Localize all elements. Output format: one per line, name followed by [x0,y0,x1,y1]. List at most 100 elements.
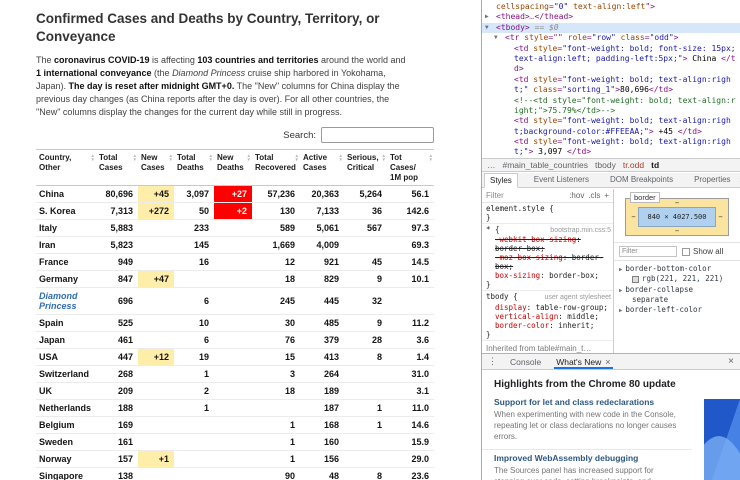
column-header[interactable]: New Cases▲▼ [138,150,174,186]
sort-icon: ▲▼ [209,154,213,161]
rule-selector[interactable]: tbody { [486,292,518,301]
search-input[interactable] [321,127,434,143]
data-cell: 209 [96,383,138,400]
data-cell [214,332,252,349]
rule-selector[interactable]: element.style { [486,204,554,213]
sort-down-icon: ▼ [169,158,173,162]
toggle-hover-state-button[interactable]: :hov [569,191,584,200]
css-declaration[interactable]: display: table-row-group; [486,303,611,312]
sort-icon: ▲▼ [429,154,433,161]
toggle-classes-button[interactable]: .cls [588,191,600,200]
drawer-close-icon[interactable]: × [728,356,734,367]
drawer-tab-bar: ⋮ Console What's New× × [482,354,740,370]
css-declaration[interactable]: box-sizing: border-box; [486,271,611,280]
country-link[interactable]: Diamond Princess [36,288,96,315]
country-cell: Sweden [36,434,96,451]
data-cell: 1 [252,434,300,451]
column-header[interactable]: Total Cases▲▼ [96,150,138,186]
sort-icon: ▲▼ [339,154,343,161]
column-header-label: Serious, Critical [347,153,379,172]
computed-property[interactable]: ▶border-bottom-colorrgb(221, 221, 221) [619,264,735,285]
css-declaration[interactable]: border-color: inherit; [486,321,611,330]
dom-node[interactable]: <td style="font-weight: bold; text-align… [482,116,740,137]
box-model-content[interactable]: 840 × 4027.500 [638,207,716,227]
box-model-right-value[interactable]: − [716,213,725,221]
whats-new-link[interactable]: Support for let and class redeclarations [494,397,680,407]
style-rule[interactable]: * { bootstrap.min.css:5-webkit-box-sizing… [482,224,613,291]
computed-property-name[interactable]: ▶border-bottom-color [619,264,735,274]
column-header[interactable]: New Deaths▲▼ [214,150,252,186]
sort-icon: ▲▼ [295,154,299,161]
checkbox-icon[interactable] [682,248,690,256]
show-all-checkbox[interactable]: Show all [682,247,723,256]
css-declaration[interactable]: vertical-align: middle; [486,312,611,321]
breadcrumb-item[interactable]: tbody [595,160,616,170]
tab-styles[interactable]: Styles [484,173,518,188]
expand-arrow-icon[interactable]: ▶ [485,13,489,21]
dom-node[interactable]: <td style="font-weight: bold; text-align… [482,75,740,96]
data-cell: 8 [344,349,387,366]
stylesheet-link[interactable]: bootstrap.min.css:5 [550,227,611,235]
dom-node[interactable]: ▼<tr style="" role="row" class="odd"> [482,33,740,43]
show-all-label: Show all [693,247,723,256]
table-row: Sweden161116015.9 [36,434,434,451]
code-token: "odd" [650,33,674,42]
column-header[interactable]: Tot Cases/ 1M pop ▲▼ [387,150,434,186]
style-rule[interactable]: tbody { user agent stylesheetdisplay: tab… [482,291,613,340]
tab-overflow-icon[interactable]: » [736,173,740,187]
column-header[interactable]: Country, Other▲▼ [36,150,96,186]
collapse-arrow-icon[interactable]: ▼ [494,34,498,42]
drawer-tab-what-s-new[interactable]: What's New× [554,354,612,369]
style-rule[interactable]: element.style {} [482,203,613,224]
column-header[interactable]: Serious, Critical▲▼ [344,150,387,186]
computed-property[interactable]: ▶border-left-color [619,305,735,315]
column-header[interactable]: Total Recovered▲▼ [252,150,300,186]
data-cell: 15.9 [387,434,434,451]
data-cell [214,417,252,434]
code-token: </td> [678,127,702,136]
box-model-border-layer[interactable]: − − 840 × 4027.500 − − [625,198,729,236]
sort-icon: ▲▼ [169,154,173,161]
dom-node[interactable]: <td style="font-weight: bold; font-size:… [482,44,740,75]
computed-filter-input[interactable]: Filter [619,246,677,257]
dom-node[interactable]: ▶<thead>…</thead> [482,12,740,22]
breadcrumb-item[interactable]: … [487,160,496,170]
box-model-left-value[interactable]: − [629,213,638,221]
drawer-tab-console[interactable]: Console [508,354,543,369]
whats-new-link[interactable]: Improved WebAssembly debugging [494,453,680,463]
column-header[interactable]: Total Deaths▲▼ [174,150,214,186]
data-cell [138,383,174,400]
breadcrumb-item[interactable]: td [651,160,659,170]
expand-arrow-icon[interactable]: ▶ [619,267,622,273]
rule-selector[interactable]: * { [486,225,500,234]
computed-property[interactable]: ▶border-collapseseparate [619,285,735,306]
dom-node[interactable]: <!--<td style="font-weight: bold; text-a… [482,96,740,117]
column-header[interactable]: Active Cases▲▼ [300,150,344,186]
computed-property-name[interactable]: ▶border-collapse [619,285,735,295]
breadcrumb-item[interactable]: tr.odd [623,160,644,170]
data-cell [174,451,214,468]
tab-close-icon[interactable]: × [605,357,610,367]
tab-dom-breakpoints[interactable]: DOM Breakpoints [605,173,678,187]
styles-filter-input[interactable]: Filter [486,191,504,200]
tab-event-listeners[interactable]: Event Listeners [529,173,594,187]
new-style-rule-button[interactable]: + [604,191,609,200]
computed-property-name[interactable]: ▶border-left-color [619,305,735,315]
data-cell [214,400,252,417]
dom-node[interactable]: <td style="font-weight: bold; text-align… [482,137,740,158]
css-declaration[interactable]: -webkit-box-sizing: border-box; [486,235,611,253]
collapse-arrow-icon[interactable]: ▼ [485,24,489,32]
column-header-label: Tot Cases/ 1M pop [390,153,418,181]
box-model-top-value[interactable]: − [675,199,679,207]
expand-arrow-icon[interactable]: ▶ [619,288,622,294]
dom-node[interactable]: cellspacing="0" text-align:left"> [482,2,740,12]
box-model-bottom-value[interactable]: − [675,227,679,235]
tab-properties[interactable]: Properties [689,173,735,187]
breadcrumb-item[interactable]: #main_table_countries [503,160,589,170]
more-tools-menu-icon[interactable]: ⋮ [488,356,497,367]
data-cell: 56.1 [387,186,434,203]
stylesheet-link[interactable]: user agent stylesheet [544,294,611,302]
css-declaration[interactable]: -moz-box-sizing: border-box; [486,253,611,271]
dom-node[interactable]: ▼<tbody> == $0 [482,23,740,33]
expand-arrow-icon[interactable]: ▶ [619,308,622,314]
